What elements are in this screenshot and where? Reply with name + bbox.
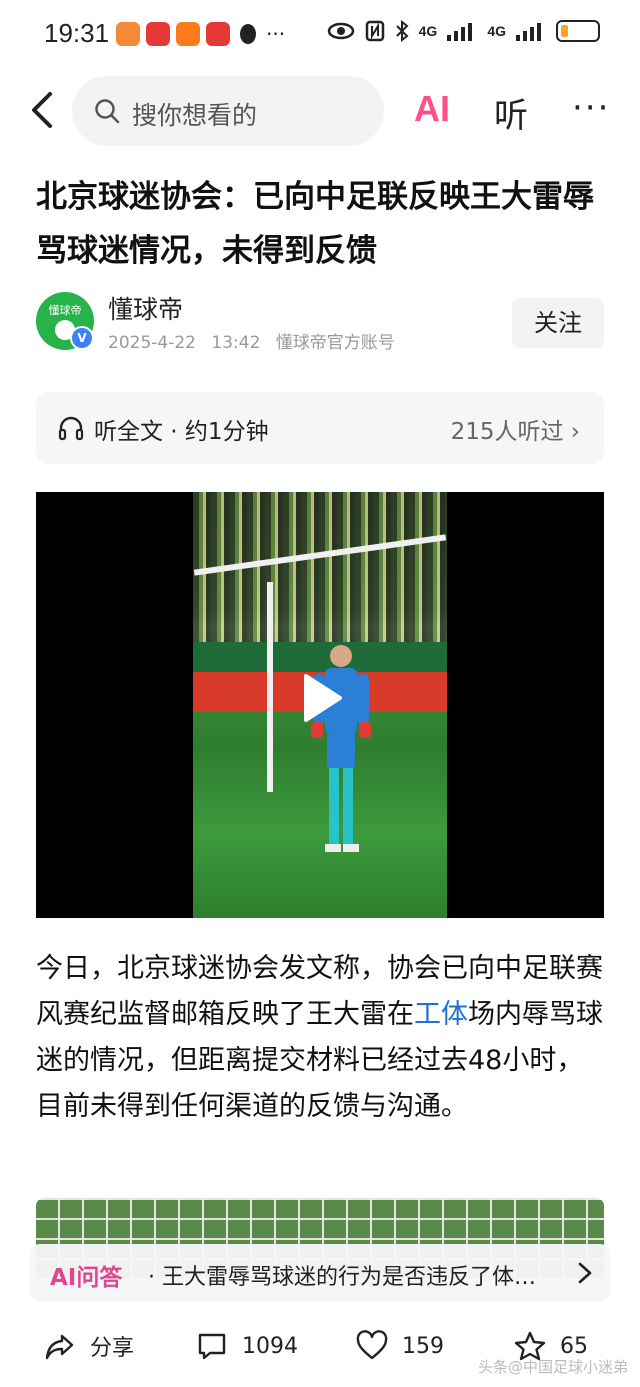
status-right: 4G 4G xyxy=(327,20,600,42)
article-title: 北京球迷协会：已向中足联反映王大雷辱骂球迷情况，未得到反馈 xyxy=(36,179,594,269)
goal-post xyxy=(267,582,273,792)
article-body: 今日，北京球迷协会发文称，协会已向中足联赛风赛纪监督邮箱反映了王大雷在工体场内辱… xyxy=(36,946,608,1130)
author-meta: 2025-4-22 13:42 懂球帝官方账号 xyxy=(108,328,405,353)
bottom-action-bar: 分享 1094 159 65 头条@中国足球小迷弟 xyxy=(0,1310,640,1387)
favorite-count: 65 xyxy=(560,1333,588,1359)
watermark: 头条@中国足球小迷弟 xyxy=(477,1358,628,1376)
signal-bars-icon-2 xyxy=(516,23,541,41)
comment-button[interactable]: 1094 xyxy=(196,1330,298,1362)
ai-qa-label: AI问答 xyxy=(50,1265,123,1291)
bluetooth-icon xyxy=(395,20,409,42)
listen-duration-label: 听全文 · 约1分钟 xyxy=(94,419,269,445)
share-button[interactable]: 分享 xyxy=(44,1330,134,1362)
account-type: 懂球帝官方账号 xyxy=(275,333,395,353)
app-notification-icon xyxy=(176,22,200,46)
avatar-logo-text: 懂球帝 xyxy=(48,304,82,317)
search-placeholder: 搜你想看的 xyxy=(132,101,258,130)
more-options-button[interactable]: ··· xyxy=(572,88,610,128)
weibo-notification-icon xyxy=(206,22,230,46)
app-notification-icon xyxy=(116,22,140,46)
signal-4g-label-2: 4G xyxy=(487,23,506,39)
heart-icon xyxy=(356,1330,388,1360)
battery-icon xyxy=(556,20,600,42)
search-input[interactable]: 搜你想看的 xyxy=(72,76,384,146)
author-name[interactable]: 懂球帝 xyxy=(108,290,183,326)
chevron-right-icon xyxy=(578,1262,592,1284)
comment-count: 1094 xyxy=(242,1333,298,1359)
ai-button[interactable]: AI xyxy=(414,88,450,130)
ai-qa-bar[interactable]: AI问答 · 王大雷辱骂球迷的行为是否违反了体… xyxy=(30,1244,610,1302)
status-time: 19:31 xyxy=(44,18,110,48)
weibo-notification-icon xyxy=(146,22,170,46)
share-label: 分享 xyxy=(90,1336,135,1361)
like-button[interactable]: 159 xyxy=(356,1330,444,1362)
eye-icon xyxy=(327,22,354,40)
video-player[interactable] xyxy=(36,492,604,918)
share-icon xyxy=(45,1334,74,1360)
publish-time: 13:42 xyxy=(211,333,261,353)
status-bar: 19:31 ··· 4G 4G xyxy=(0,0,640,70)
ai-qa-question: · 王大雷辱骂球迷的行为是否违反了体… xyxy=(148,1265,536,1290)
listen-button[interactable]: 听 xyxy=(494,88,528,137)
comment-icon xyxy=(198,1333,226,1360)
verified-badge-icon: V xyxy=(70,326,94,350)
top-nav-bar: 搜你想看的 AI 听 ··· xyxy=(0,72,640,148)
publish-date: 2025-4-22 xyxy=(108,333,196,353)
back-arrow-icon[interactable] xyxy=(24,88,64,132)
nfc-icon xyxy=(365,20,384,42)
more-notifications-icon: ··· xyxy=(266,22,286,46)
follow-button[interactable]: 关注 xyxy=(512,298,604,348)
signal-4g-label: 4G xyxy=(418,23,438,39)
like-count: 159 xyxy=(402,1333,444,1359)
signal-bars-icon xyxy=(447,23,473,41)
headphone-icon xyxy=(58,416,84,441)
listen-count[interactable]: 215人听过 › xyxy=(451,412,580,446)
qq-notification-icon xyxy=(240,24,256,44)
search-icon xyxy=(95,99,120,124)
play-icon[interactable] xyxy=(292,670,348,726)
listen-full-text-bar[interactable]: 听全文 · 约1分钟 215人听过 › xyxy=(36,392,604,464)
battery-level xyxy=(561,25,568,37)
notification-icons: ··· xyxy=(116,22,285,46)
venue-link[interactable]: 工体 xyxy=(414,999,468,1030)
